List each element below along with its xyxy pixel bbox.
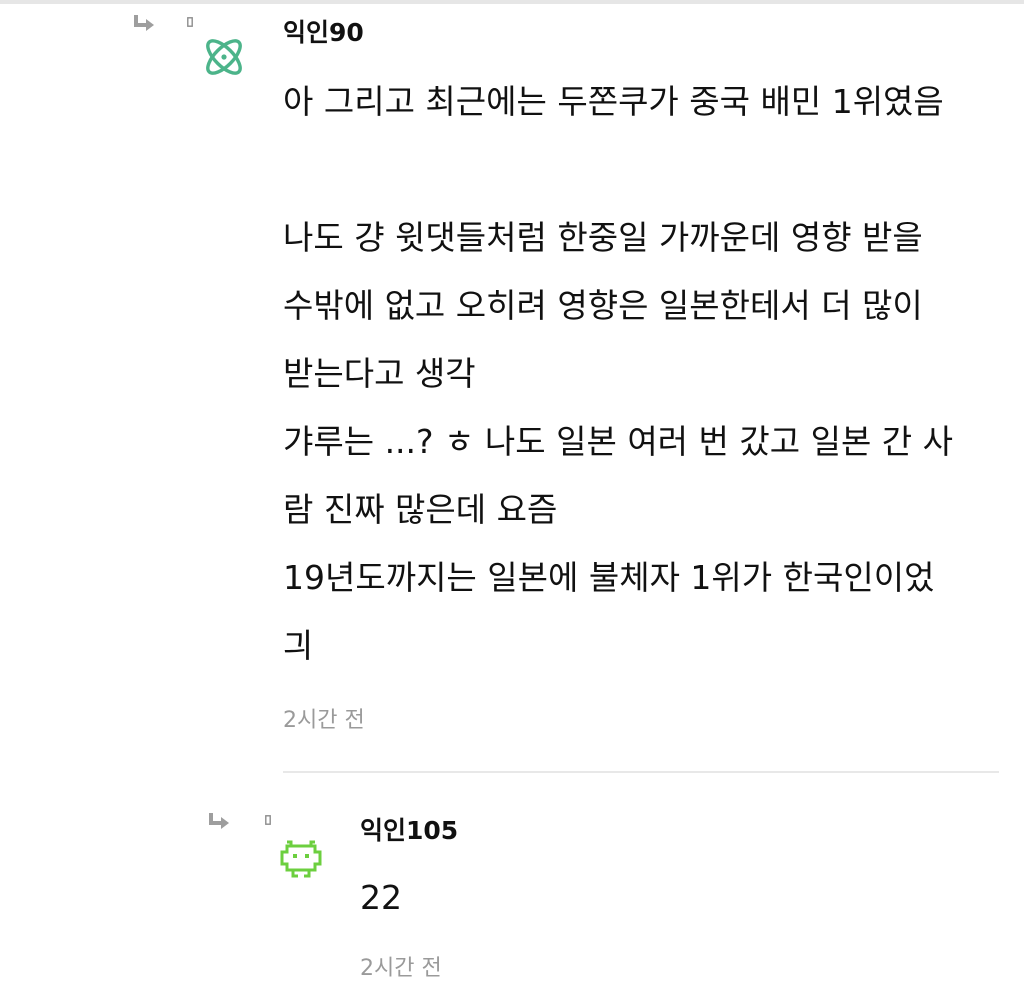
atom-icon — [206, 39, 242, 75]
level-marker-icon — [265, 815, 271, 825]
comment-line — [283, 136, 953, 204]
comment-divider — [283, 771, 999, 773]
comment-author[interactable]: 익인90 — [283, 17, 364, 49]
comment-timestamp: 2시간 전 — [360, 956, 442, 981]
reply-arrow-icon — [134, 15, 154, 31]
space-invader-icon — [280, 840, 322, 878]
comment-line: 22 — [360, 878, 402, 917]
comment-line: 19년도까지는 일본에 불체자 1위가 한국인이었 — [283, 558, 935, 597]
comment-body: 22 — [360, 864, 402, 932]
top-divider — [0, 0, 1024, 4]
comment-line: 나도 걍 윗댓들처럼 한중일 가까운데 영향 받을 — [283, 218, 923, 257]
comment-line: 아 그리고 최근에는 두쫀쿠가 중국 배민 1위였음 — [283, 82, 944, 121]
comment-line: 갸루는 ...? ㅎ 나도 일본 여러 번 갔고 일본 간 사 — [283, 422, 954, 461]
comment-author[interactable]: 익인105 — [360, 815, 458, 847]
comment-line: 받는다고 생각 — [283, 354, 476, 393]
comment-timestamp: 2시간 전 — [283, 708, 365, 733]
reply-arrow-icon — [209, 813, 229, 829]
comment-line: 수밖에 없고 오히려 영향은 일본한테서 더 많이 — [283, 286, 923, 325]
comment-line: 람 진짜 많은데 요즘 — [283, 490, 558, 529]
level-marker-icon — [187, 17, 193, 27]
comment-body: 아 그리고 최근에는 두쫀쿠가 중국 배민 1위였음 나도 걍 윗댓들처럼 한중… — [283, 68, 953, 680]
comment-line: 긔 — [283, 626, 314, 665]
